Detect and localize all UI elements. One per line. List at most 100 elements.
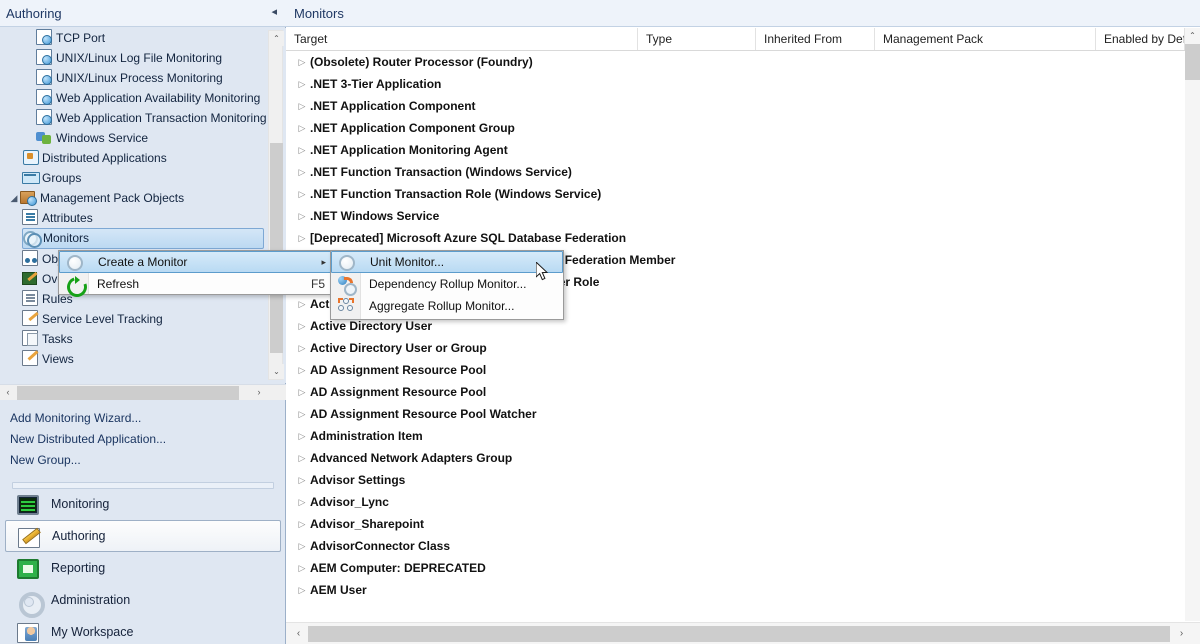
sidebar-item-groups[interactable]: Groups (22, 168, 264, 188)
row-expander-icon[interactable]: ▷ (294, 183, 310, 205)
row-expander-icon[interactable]: ▷ (294, 403, 310, 425)
column-header-inherited-from[interactable]: Inherited From (756, 28, 875, 50)
table-row[interactable]: ▷ AdvisorConnector Class (286, 535, 1185, 557)
navigation-tree-horizontal-scrollbar[interactable]: ‹ › (0, 384, 286, 400)
sidebar-item-distributed-applications[interactable]: Distributed Applications (22, 148, 264, 168)
column-header-target[interactable]: Target (286, 28, 638, 50)
action-link-new-group[interactable]: New Group... (10, 453, 81, 467)
table-row[interactable]: ▷ AD Assignment Resource Pool (286, 381, 1185, 403)
row-expander-icon[interactable]: ▷ (294, 381, 310, 403)
table-row[interactable]: ▷ AEM Computer: DEPRECATED (286, 557, 1185, 579)
sidebar-item-web-application-availability-monitoring[interactable]: Web Application Availability Monitoring (36, 88, 264, 108)
table-row[interactable]: ▷ .NET Application Monitoring Agent (286, 139, 1185, 161)
scroll-right-arrow-icon[interactable]: › (251, 385, 267, 400)
row-expander-icon[interactable]: ▷ (294, 293, 310, 315)
scroll-left-arrow-icon[interactable]: ‹ (0, 385, 16, 400)
table-row[interactable]: ▷ .NET Application Component (286, 95, 1185, 117)
sidebar-item-views[interactable]: Views (22, 349, 264, 369)
submenu-item-dependency-rollup-monitor[interactable]: Dependency Rollup Monitor... (331, 273, 563, 296)
submenu-item-unit-monitor[interactable]: Unit Monitor... (331, 251, 563, 273)
menu-item-refresh[interactable]: Refresh F5 (59, 273, 337, 295)
nav-button-administration[interactable]: Administration (5, 584, 281, 618)
nav-button-authoring[interactable]: Authoring (5, 520, 281, 552)
table-row[interactable]: ▷ AD Assignment Resource Pool Watcher (286, 403, 1185, 425)
table-row[interactable]: ▷ .NET Application Component Group (286, 117, 1185, 139)
row-expander-icon[interactable]: ▷ (294, 117, 310, 139)
sidebar-item-monitors[interactable]: Monitors (22, 228, 264, 249)
table-row[interactable]: ▷ .NET Windows Service (286, 205, 1185, 227)
row-expander-icon[interactable]: ▷ (294, 161, 310, 183)
row-expander-icon[interactable]: ▷ (294, 535, 310, 557)
sidebar-item-management-pack-objects[interactable]: ◢ Management Pack Objects (8, 188, 264, 208)
table-row[interactable]: ▷ .NET 3-Tier Application (286, 73, 1185, 95)
row-expander-icon[interactable]: ▷ (294, 51, 310, 73)
row-expander-icon[interactable]: ▷ (294, 73, 310, 95)
sidebar-item-unix-linux-process-monitoring[interactable]: UNIX/Linux Process Monitoring (36, 68, 264, 88)
tree-expander-icon[interactable]: ◢ (8, 188, 20, 208)
table-row[interactable]: ▷ Advanced Network Adapters Group (286, 447, 1185, 469)
table-row[interactable]: ▷ (Obsolete) Router Processor (Foundry) (286, 51, 1185, 73)
table-row[interactable]: ▷ AD Assignment Resource Pool (286, 359, 1185, 381)
menu-item-create-a-monitor[interactable]: Create a Monitor ▸ (59, 251, 337, 273)
sidebar-item-tasks[interactable]: Tasks (22, 329, 264, 349)
scrollbar-thumb[interactable] (1185, 44, 1200, 80)
column-header-management-pack[interactable]: Management Pack (875, 28, 1096, 50)
table-row[interactable]: ▷ Advisor_Sharepoint (286, 513, 1185, 535)
scroll-up-arrow-icon[interactable]: ⌃ (1185, 28, 1200, 43)
row-expander-icon[interactable]: ▷ (294, 315, 310, 337)
table-row[interactable]: ▷ .NET Function Transaction (Windows Serv… (286, 161, 1185, 183)
table-row[interactable]: ▷ Active Directory User or Group (286, 337, 1185, 359)
row-expander-icon[interactable]: ▷ (294, 359, 310, 381)
attributes-icon (22, 209, 38, 225)
scroll-up-arrow-icon[interactable]: ⌃ (269, 31, 284, 46)
context-menu[interactable]: Create a Monitor ▸ Refresh F5 (58, 250, 338, 295)
row-expander-icon[interactable]: ▷ (294, 447, 310, 469)
table-row[interactable]: ▷[Deprecated] Microsoft Azure SQL Databa… (286, 227, 1185, 249)
table-row[interactable]: ▷ Advisor_Lync (286, 491, 1185, 513)
row-expander-icon[interactable]: ▷ (294, 337, 310, 359)
scroll-down-arrow-icon[interactable]: ⌄ (269, 364, 284, 379)
monitors-list[interactable]: ▷ (Obsolete) Router Processor (Foundry) ▷.… (286, 51, 1185, 621)
nav-button-monitoring[interactable]: Monitoring (5, 488, 281, 520)
create-monitor-submenu[interactable]: Unit Monitor... Dependency Rollup Monitor… (330, 250, 564, 320)
row-expander-icon[interactable]: ▷ (294, 95, 310, 117)
table-row[interactable]: ▷ Administration Item (286, 425, 1185, 447)
sidebar-item-windows-service[interactable]: Windows Service (36, 128, 264, 148)
action-link-new-distributed-application[interactable]: New Distributed Application... (10, 432, 166, 446)
sidebar-item-label: Service Level Tracking (42, 312, 163, 326)
row-expander-icon[interactable]: ▷ (294, 557, 310, 579)
scroll-right-arrow-icon[interactable]: › (1173, 625, 1190, 643)
table-row[interactable]: ▷ .NET Function Transaction Role (Windows… (286, 183, 1185, 205)
sidebar-item-attributes[interactable]: Attributes (22, 208, 264, 228)
row-expander-icon[interactable]: ▷ (294, 205, 310, 227)
nav-button-my-workspace[interactable]: My Workspace (5, 616, 281, 644)
row-expander-icon[interactable]: ▷ (294, 491, 310, 513)
results-vertical-scrollbar[interactable]: ⌃ (1185, 28, 1200, 621)
sidebar-item-service-level-tracking[interactable]: Service Level Tracking (22, 309, 264, 329)
chevron-left-icon[interactable]: ◂ (271, 6, 277, 19)
sidebar-item-web-application-transaction-monitoring[interactable]: Web Application Transaction Monitoring (36, 108, 267, 128)
row-expander-icon[interactable]: ▷ (294, 139, 310, 161)
column-header-type[interactable]: Type (638, 28, 756, 50)
row-expander-icon[interactable]: ▷ (294, 425, 310, 447)
submenu-item-aggregate-rollup-monitor[interactable]: Aggregate Rollup Monitor... (331, 295, 563, 317)
sidebar-item-tcp-port[interactable]: TCP Port (36, 28, 264, 48)
scrollbar-thumb[interactable] (308, 626, 1170, 642)
sidebar-item-label: Web Application Transaction Monitoring (56, 111, 267, 125)
table-row[interactable]: ▷ Advisor Settings (286, 469, 1185, 491)
action-link-add-monitoring-wizard[interactable]: Add Monitoring Wizard... (10, 411, 141, 425)
scroll-left-arrow-icon[interactable]: ‹ (290, 625, 307, 643)
table-row[interactable]: ▷ AEM User (286, 579, 1185, 601)
row-expander-icon[interactable]: ▷ (294, 579, 310, 601)
sidebar-item-unix-linux-log-file-monitoring[interactable]: UNIX/Linux Log File Monitoring (36, 48, 264, 68)
row-expander-icon[interactable]: ▷ (294, 227, 310, 249)
scrollbar-thumb[interactable] (270, 143, 283, 353)
column-header-enabled-by-def[interactable]: Enabled by Def (1096, 28, 1185, 50)
row-expander-icon[interactable]: ▷ (294, 513, 310, 535)
results-horizontal-scrollbar[interactable]: ‹ › (286, 622, 1200, 644)
navigation-tree-vertical-scrollbar[interactable]: ⌃ ⌄ (268, 30, 284, 380)
navigation-tree[interactable]: TCP Port UNIX/Linux Log File Monitoring UN… (0, 28, 286, 383)
row-expander-icon[interactable]: ▷ (294, 469, 310, 491)
nav-button-reporting[interactable]: Reporting (5, 552, 281, 584)
scrollbar-thumb[interactable] (17, 386, 239, 400)
